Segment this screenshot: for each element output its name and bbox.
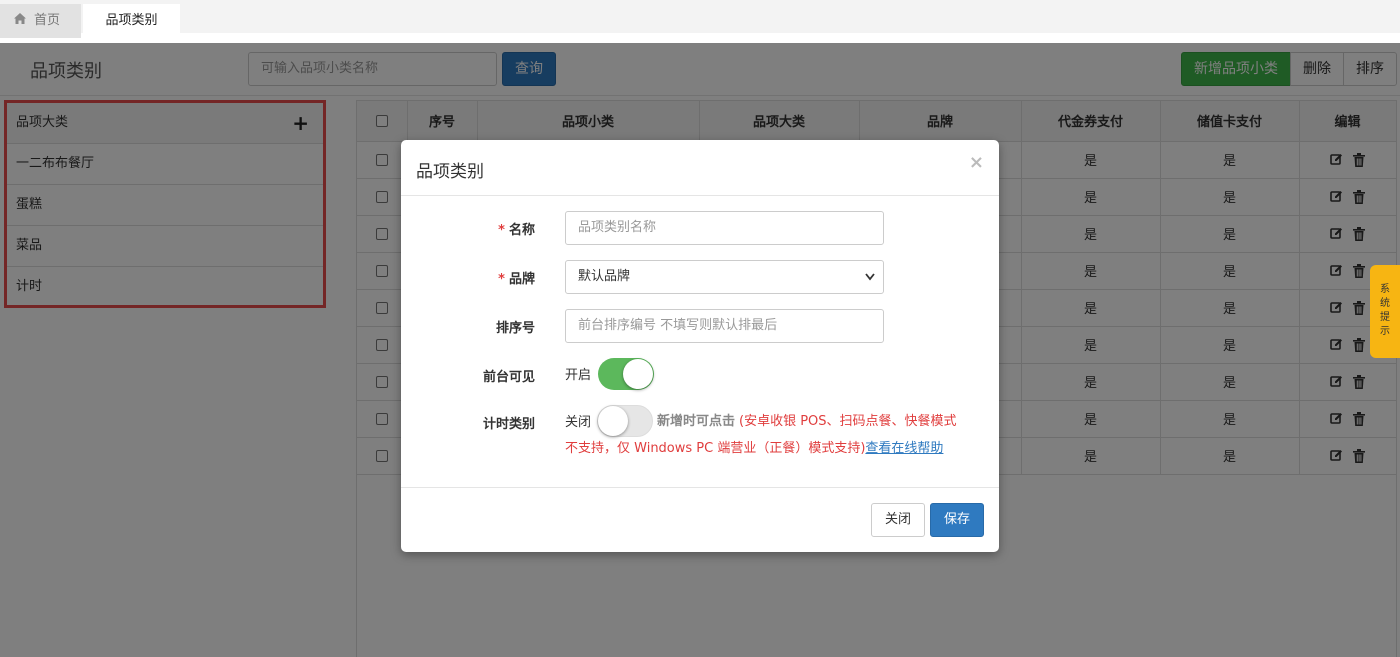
brand-select[interactable]: 默认品牌 (565, 260, 884, 294)
order-label: 排序号 (495, 321, 535, 336)
timing-note: (安卓收银 POS、扫码点餐、快餐模式 不支持，仅 Windows PC 端营业… (565, 408, 985, 462)
name-label: * 名称 (498, 223, 535, 238)
visible-state-text: 开启 (565, 368, 592, 383)
modal-footer: 关闭 保存 (401, 487, 999, 552)
system-tip-tab[interactable]: 系统提示 (1370, 265, 1400, 358)
close-button[interactable]: 关闭 (871, 503, 925, 537)
name-placeholder: 品项类别名称 (578, 220, 657, 235)
visible-toggle[interactable] (598, 358, 654, 390)
home-icon (14, 4, 26, 38)
note-line-1: (安卓收银 POS、扫码点餐、快餐模式 (739, 414, 957, 429)
tab-home-label: 首页 (34, 13, 61, 28)
modal-title: 品项类别 (416, 162, 484, 182)
order-placeholder: 前台排序编号 不填写则默认排最后 (578, 318, 778, 333)
modal-header: 品项类别 × (401, 140, 999, 196)
note-line-2-text: 不支持，仅 Windows PC 端营业（正餐）模式支持) (565, 441, 866, 456)
chevron-down-icon (865, 261, 875, 305)
visible-label: 前台可见 (482, 370, 535, 385)
category-modal: 品项类别 × * 名称 品项类别名称 * 品牌 默认品牌 排序号 前台排序编号 不填… (401, 140, 999, 552)
top-tab-bar: 首页 品项类别 (0, 0, 1400, 38)
tab-item-category[interactable]: 品项类别 (83, 4, 180, 38)
toggle-knob (623, 359, 653, 389)
brand-selected-value: 默认品牌 (578, 269, 631, 284)
tab-home[interactable]: 首页 (0, 4, 81, 38)
order-input[interactable]: 前台排序编号 不填写则默认排最后 (565, 309, 884, 343)
name-input[interactable]: 品项类别名称 (565, 211, 884, 245)
close-icon[interactable]: × (969, 152, 984, 173)
brand-label: * 品牌 (498, 272, 535, 287)
note-line-2: 不支持，仅 Windows PC 端营业（正餐）模式支持)查看在线帮助 (565, 435, 985, 462)
online-help-link[interactable]: 查看在线帮助 (865, 441, 943, 456)
system-tip-label: 系统提示 (1380, 284, 1390, 337)
save-button[interactable]: 保存 (930, 503, 984, 537)
timing-label: 计时类别 (482, 417, 535, 432)
